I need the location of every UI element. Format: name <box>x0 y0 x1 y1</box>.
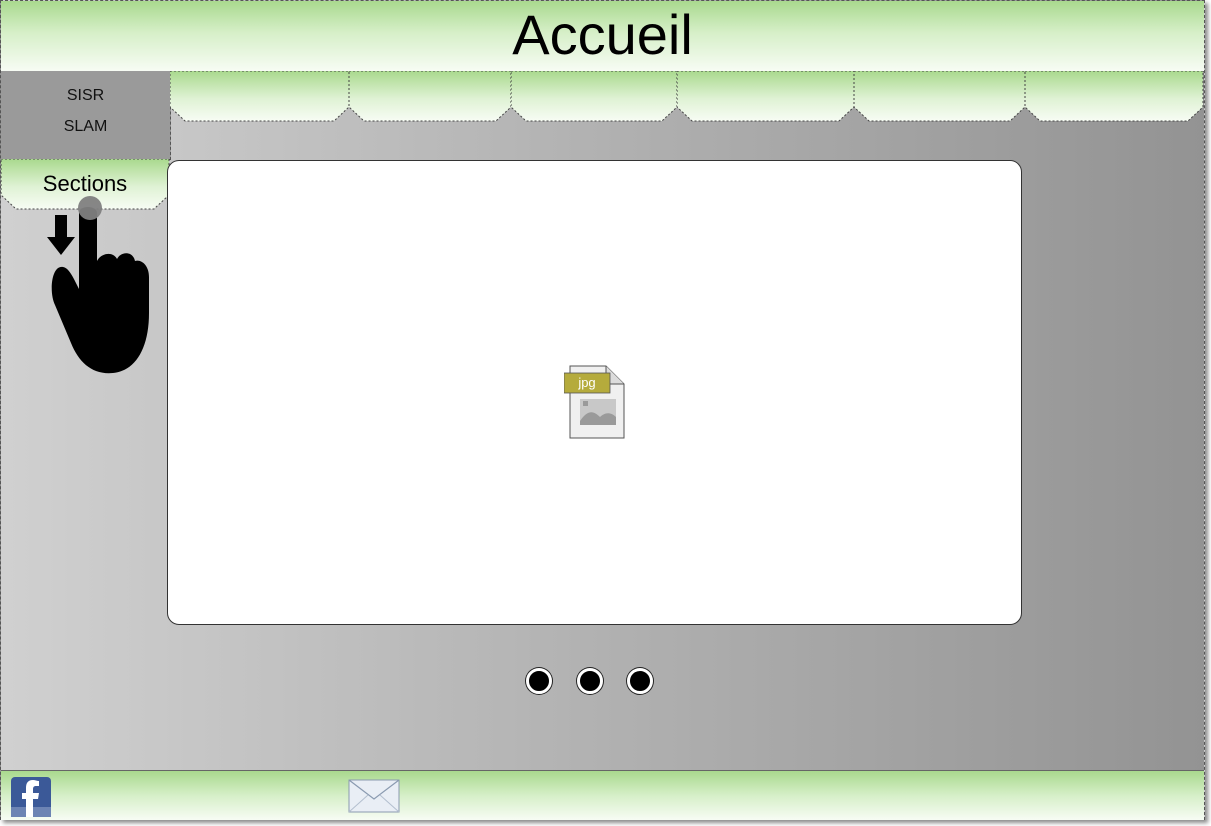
app-window: Accueil SISR SLAM Sections jpg <box>0 0 1205 820</box>
tab-5[interactable] <box>854 71 1026 123</box>
facebook-icon[interactable] <box>11 777 51 817</box>
sidebar-item-sisr[interactable]: SISR <box>1 87 170 105</box>
jpg-badge-text: jpg <box>577 375 595 390</box>
tab-3[interactable] <box>511 71 678 123</box>
tab-4[interactable] <box>677 71 855 123</box>
main-content-panel: jpg <box>167 160 1022 625</box>
header-bar: Accueil <box>1 1 1204 72</box>
carousel-dot-1[interactable] <box>526 668 552 694</box>
footer-bar <box>1 770 1204 820</box>
carousel-dot-2[interactable] <box>577 668 603 694</box>
tab-1[interactable] <box>170 71 350 123</box>
sidebar-menu: SISR SLAM <box>1 71 171 160</box>
carousel-dot-3[interactable] <box>627 668 653 694</box>
tab-2[interactable] <box>349 71 512 123</box>
sidebar-item-slam[interactable]: SLAM <box>1 118 170 136</box>
swipe-down-hand-icon <box>47 196 149 374</box>
mail-icon[interactable] <box>348 779 400 813</box>
page-title: Accueil <box>512 3 693 66</box>
tab-bar <box>170 71 1204 123</box>
tab-6[interactable] <box>1025 71 1204 123</box>
jpg-file-icon: jpg <box>564 365 625 439</box>
